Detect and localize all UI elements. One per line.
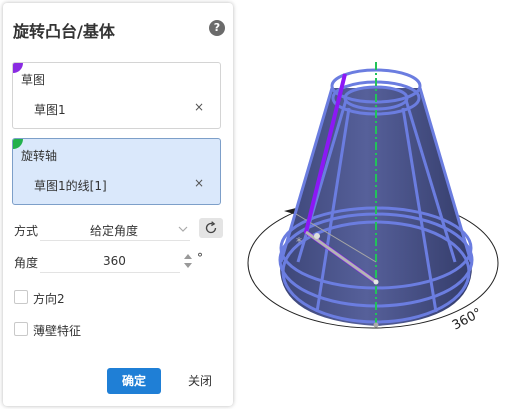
sketch-selection-box[interactable]: 草图 草图1 × — [12, 62, 221, 129]
reverse-direction-button[interactable] — [199, 218, 223, 238]
angle-dimension-label[interactable]: 360° — [450, 306, 485, 334]
axis-value: 草图1的线[1] — [34, 179, 107, 193]
angle-label: 角度 — [14, 256, 39, 270]
mode-value: 给定角度 — [90, 224, 139, 238]
mode-select[interactable]: 给定角度 — [40, 218, 190, 241]
thin-feature-label: 薄壁特征 — [33, 324, 82, 338]
direction2-checkbox[interactable] — [14, 290, 28, 304]
dialog-title: 旋转凸台/基体 — [13, 22, 115, 41]
axis-clear-icon[interactable]: × — [194, 176, 204, 190]
angle-input[interactable]: 360 — [40, 250, 180, 273]
help-icon[interactable]: ? — [209, 20, 225, 36]
mode-label: 方式 — [14, 224, 39, 238]
3d-viewport[interactable]: * 360° — [240, 0, 516, 409]
angle-value: 360 — [103, 254, 126, 268]
sketch-point — [314, 233, 320, 239]
angle-stepper-icon[interactable] — [183, 252, 193, 270]
chevron-down-icon — [178, 226, 188, 232]
direction2-label: 方向2 — [33, 292, 65, 306]
thin-feature-checkbox[interactable] — [14, 322, 28, 336]
rotate-icon — [205, 221, 217, 234]
axis-selection-box[interactable]: 旋转轴 草图1的线[1] × — [12, 138, 221, 205]
sketch-value: 草图1 — [34, 103, 66, 117]
axis-point — [373, 279, 379, 285]
axis-end-point — [373, 322, 379, 328]
close-button[interactable]: 关闭 — [175, 368, 225, 394]
sketch-origin-marker: * — [296, 235, 302, 249]
revolve-dialog: 旋转凸台/基体 ? 草图 草图1 × 旋转轴 草图1的线[1] × 方式 给定角… — [3, 3, 233, 406]
ok-button[interactable]: 确定 — [107, 368, 161, 394]
angle-unit: ° — [197, 251, 203, 265]
axis-label: 旋转轴 — [21, 149, 58, 163]
sketch-clear-icon[interactable]: × — [194, 100, 204, 114]
sketch-label: 草图 — [21, 73, 46, 87]
